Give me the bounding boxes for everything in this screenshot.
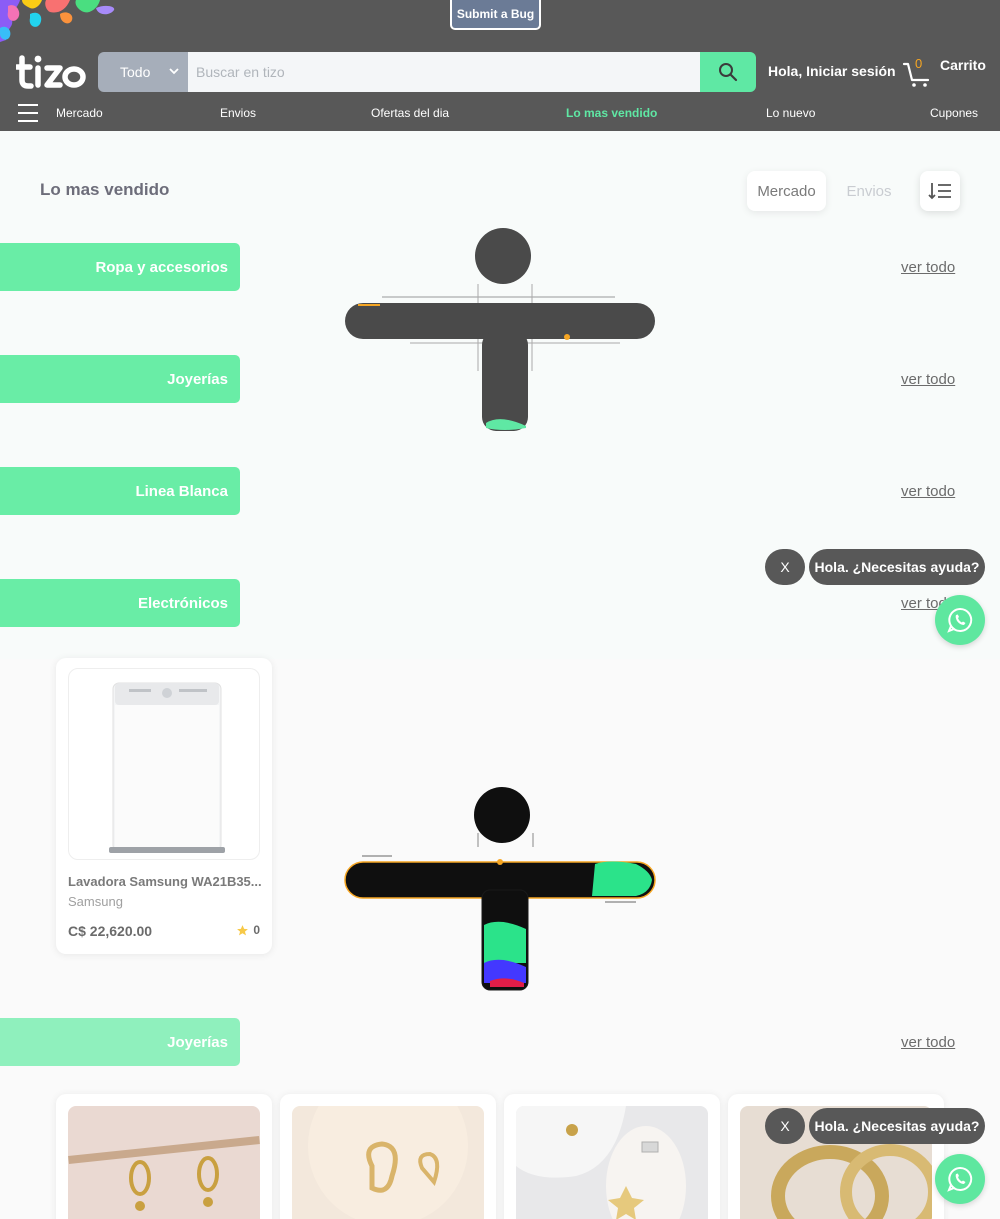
category-tab-linea-blanca[interactable]: Linea Blanca bbox=[0, 467, 240, 515]
chat-close-button-2[interactable]: X bbox=[765, 1108, 805, 1144]
search-category-value: Todo bbox=[120, 64, 151, 80]
sort-button[interactable] bbox=[920, 171, 960, 211]
ear-cuff-image bbox=[516, 1106, 686, 1219]
loading-spinner bbox=[345, 228, 655, 431]
product-card[interactable]: Lavadora Samsung WA21B35... Samsung C$ 2… bbox=[56, 658, 272, 954]
filter-envios-button[interactable]: Envios bbox=[833, 171, 905, 211]
washing-machine-image bbox=[109, 682, 225, 853]
loading-spinner-2 bbox=[344, 787, 656, 991]
ver-todo-link-joyerias[interactable]: ver todo bbox=[901, 371, 955, 388]
product-name: Lavadora Samsung WA21B35... bbox=[68, 874, 262, 889]
nav-item-cupones[interactable]: Cupones bbox=[930, 106, 978, 120]
ver-todo-link-ropa[interactable]: ver todo bbox=[901, 259, 955, 276]
chevron-down-icon bbox=[169, 68, 179, 75]
page-title: Lo mas vendido bbox=[40, 180, 170, 199]
nav-item-envios[interactable]: Envios bbox=[220, 106, 256, 120]
chat-help-bubble-2[interactable]: Hola. ¿Necesitas ayuda? bbox=[809, 1108, 985, 1144]
top-header: Submit a Bug Todo Hola, Iniciar sesión 0… bbox=[0, 0, 1000, 131]
whatsapp-icon bbox=[947, 607, 973, 633]
cart-label: Carrito bbox=[940, 57, 986, 73]
submit-bug-button[interactable]: Submit a Bug bbox=[450, 0, 541, 30]
jewelry-image bbox=[68, 1106, 260, 1219]
jewelry-card[interactable] bbox=[280, 1094, 496, 1219]
whatsapp-button-2[interactable] bbox=[935, 1154, 985, 1204]
signin-link[interactable]: Hola, Iniciar sesión bbox=[768, 63, 896, 79]
ver-todo-link-linea-blanca[interactable]: ver todo bbox=[901, 483, 955, 500]
category-tab-joyerias-2[interactable]: Joyerías bbox=[0, 1018, 240, 1066]
jewelry-card[interactable] bbox=[56, 1094, 272, 1219]
hamburger-menu-icon[interactable] bbox=[18, 104, 38, 122]
category-tab-joyerias[interactable]: Joyerías bbox=[0, 355, 240, 403]
earrings-image bbox=[68, 1135, 260, 1211]
cart-count-badge: 0 bbox=[915, 56, 923, 71]
chat-help-bubble[interactable]: Hola. ¿Necesitas ayuda? bbox=[809, 549, 985, 585]
filter-mercado-button[interactable]: Mercado bbox=[747, 171, 826, 211]
whatsapp-icon bbox=[947, 1166, 973, 1192]
earrings-image bbox=[308, 1106, 468, 1219]
cart-button[interactable]: 0 Carrito bbox=[902, 54, 997, 90]
chat-close-button[interactable]: X bbox=[765, 549, 805, 585]
tizo-logo[interactable] bbox=[16, 52, 88, 92]
jewelry-card[interactable] bbox=[504, 1094, 720, 1219]
nav-item-ofertas[interactable]: Ofertas del dia bbox=[371, 106, 449, 120]
rating-value: 0 bbox=[253, 923, 260, 937]
product-price: C$ 22,620.00 bbox=[68, 923, 153, 939]
category-tab-ropa[interactable]: Ropa y accesorios bbox=[0, 243, 240, 291]
product-image bbox=[68, 668, 260, 860]
star-icon bbox=[237, 924, 249, 935]
search-button[interactable] bbox=[700, 52, 756, 92]
search-icon bbox=[719, 63, 738, 82]
sort-list-icon bbox=[928, 183, 951, 200]
jewelry-image bbox=[292, 1106, 484, 1219]
search-input[interactable] bbox=[188, 52, 700, 92]
product-brand: Samsung bbox=[68, 894, 123, 909]
nav-item-lo-nuevo[interactable]: Lo nuevo bbox=[766, 106, 815, 120]
nav-item-mercado[interactable]: Mercado bbox=[56, 106, 103, 120]
search-category-select[interactable]: Todo bbox=[98, 52, 188, 92]
nav-item-lo-mas-vendido[interactable]: Lo mas vendido bbox=[566, 106, 657, 120]
category-tab-electronicos[interactable]: Electrónicos bbox=[0, 579, 240, 627]
jewelry-image bbox=[516, 1106, 708, 1219]
whatsapp-button[interactable] bbox=[935, 595, 985, 645]
logo-splash-decoration bbox=[0, 0, 115, 42]
product-rating: 0 bbox=[236, 923, 260, 937]
ver-todo-link-joyerias-2[interactable]: ver todo bbox=[901, 1034, 955, 1051]
